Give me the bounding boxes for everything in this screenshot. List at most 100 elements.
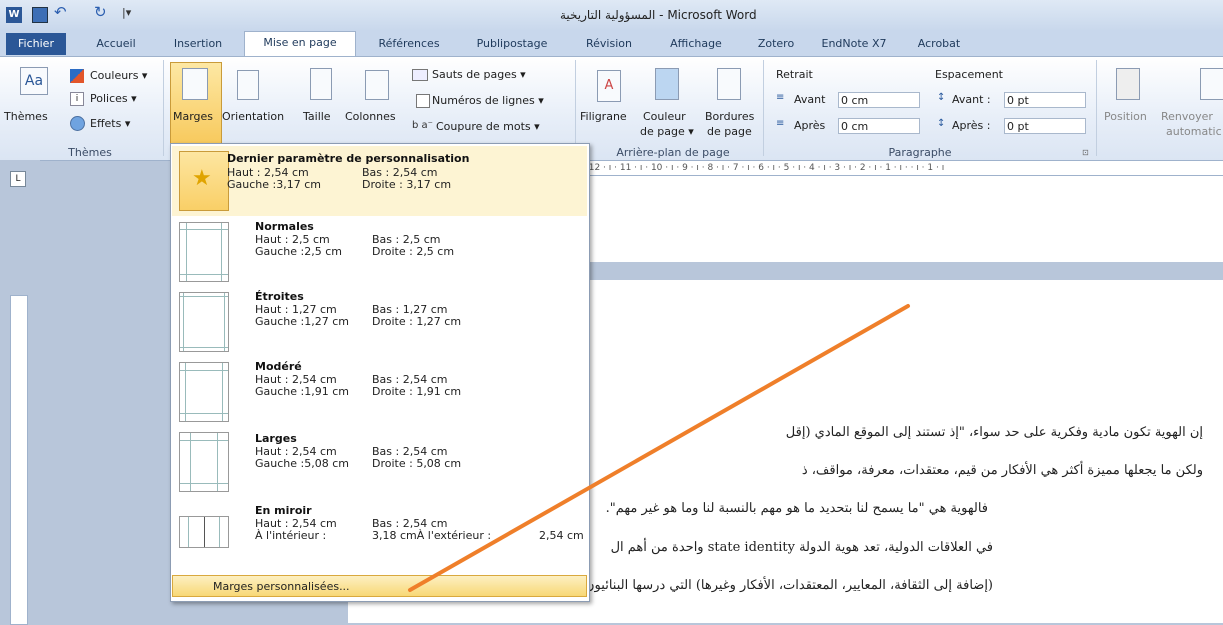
page-color-button[interactable]: Couleur (643, 110, 686, 123)
margin-preview-icon (179, 432, 229, 492)
group-label-themes: Thèmes (68, 146, 112, 159)
option-right: Droite : 1,91 cm (372, 385, 462, 398)
margins-icon (182, 68, 208, 100)
spacing-before-input[interactable]: 0 pt (1004, 92, 1086, 108)
margin-preview-icon (179, 362, 229, 422)
tab-affichage[interactable]: Affichage (656, 33, 736, 55)
position-icon (1116, 68, 1140, 100)
option-right: Droite : 5,08 cm (372, 457, 462, 470)
ribbon-separator (163, 60, 164, 156)
indent-after-input[interactable]: 0 cm (838, 118, 920, 134)
option-left: Gauche :2,5 cm (255, 245, 342, 258)
watermark-button[interactable]: Filigrane (580, 110, 627, 123)
group-label-paragraph: Paragraphe (888, 146, 952, 159)
effects-button[interactable]: Effets ▾ (90, 117, 130, 130)
custom-margins-button[interactable]: Marges personnalisées... (172, 575, 587, 597)
doc-line-4: في العلاقات الدولية، تعد هوية الدولة sta… (610, 540, 993, 555)
line-numbers-icon (416, 94, 430, 108)
tab-endnote[interactable]: EndNote X7 (814, 33, 894, 55)
ruler-toggle-icon[interactable]: L (10, 171, 26, 187)
hyphenation-button[interactable]: Coupure de mots ▾ (436, 120, 540, 133)
columns-button[interactable]: Colonnes (345, 110, 396, 123)
tab-fichier[interactable]: Fichier (6, 33, 66, 55)
indent-before-input[interactable]: 0 cm (838, 92, 920, 108)
fonts-icon: i (70, 92, 84, 106)
option-left: Gauche :5,08 cm (255, 457, 349, 470)
effects-icon (70, 116, 85, 131)
custom-margins-label: Marges personnalisées... (213, 580, 350, 593)
group-label-page-background: Arrière-plan de page (616, 146, 730, 159)
doc-line-5: (إضافة إلى الثقافة، المعايير، المعتقدات،… (548, 578, 993, 593)
margin-option-narrow[interactable]: Étroites Haut : 1,27 cm Bas : 1,27 cm Ga… (172, 286, 587, 356)
ribbon-separator (1096, 60, 1097, 156)
indent-before-icon: ≡ (776, 92, 785, 103)
horizontal-ruler[interactable]: · 12 · ı · 11 · ı · 10 · ı · 9 · ı · 8 ·… (583, 161, 1223, 176)
tab-revision[interactable]: Révision (574, 33, 644, 55)
page-borders-button[interactable]: Bordures (705, 110, 754, 123)
margin-option-moderate[interactable]: Modéré Haut : 2,54 cm Bas : 2,54 cm Gauc… (172, 356, 587, 426)
doc-line-2: ولكن ما يجعلها مميزة أكثر هي الأفكار من … (801, 463, 1203, 478)
orientation-button[interactable]: Orientation (222, 110, 284, 123)
tab-references[interactable]: Références (364, 33, 454, 55)
vertical-ruler[interactable] (10, 295, 28, 625)
margins-button-label[interactable]: Marges (173, 110, 213, 123)
quick-access-dropdown-icon[interactable]: |▾ (122, 6, 131, 19)
columns-icon (365, 70, 389, 100)
option-right: Droite : 1,27 cm (372, 315, 462, 328)
option-inside: À l'intérieur : (255, 529, 327, 542)
option-title: Modéré (255, 360, 302, 373)
wrap-text-button-line2[interactable]: automatic (1166, 125, 1222, 138)
tab-mise-en-page[interactable]: Mise en page (244, 31, 356, 58)
position-button[interactable]: Position (1104, 110, 1147, 123)
page-color-icon (655, 68, 679, 100)
themes-button[interactable]: Thèmes (4, 110, 48, 123)
themes-icon[interactable]: Aa (20, 67, 48, 95)
option-right: Droite : 3,17 cm (362, 178, 452, 191)
page-borders-icon (717, 68, 741, 100)
wrap-text-button[interactable]: Renvoyer (1161, 110, 1213, 123)
doc-line-3: فالهوية هي "ما يسمح لنا بتحديد ما هو مهم… (605, 501, 988, 516)
margin-option-wide[interactable]: Larges Haut : 2,54 cm Bas : 2,54 cm Gauc… (172, 426, 587, 496)
tab-insertion[interactable]: Insertion (160, 33, 236, 55)
option-right: Droite : 2,5 cm (372, 245, 455, 258)
page-borders-button-line2[interactable]: de page (707, 125, 752, 138)
spacing-after-input[interactable]: 0 pt (1004, 118, 1086, 134)
breaks-button[interactable]: Sauts de pages ▾ (432, 68, 526, 81)
redo-icon[interactable]: ↻ (94, 3, 107, 21)
size-button[interactable]: Taille (303, 110, 331, 123)
margin-option-normal[interactable]: Normales Haut : 2,5 cm Bas : 2,5 cm Gauc… (172, 216, 587, 286)
tab-zotero[interactable]: Zotero (746, 33, 806, 55)
option-left: Gauche :1,27 cm (255, 315, 349, 328)
margin-option-mirrored[interactable]: En miroir Haut : 2,54 cm Bas : 2,54 cm À… (172, 496, 587, 566)
option-title: Normales (255, 220, 314, 233)
spacing-before-label: Avant : (952, 93, 991, 106)
indent-after-icon: ≡ (776, 118, 785, 129)
option-outside: 3,18 cmÀ l'extérieur : (372, 529, 492, 542)
page-color-button-line2[interactable]: de page ▾ (640, 125, 694, 138)
ribbon-separator (575, 60, 576, 156)
indent-label: Retrait (776, 68, 813, 81)
save-icon[interactable] (32, 7, 48, 23)
fonts-button[interactable]: Polices ▾ (90, 92, 137, 105)
tab-publipostage[interactable]: Publipostage (462, 33, 562, 55)
undo-icon[interactable]: ↶ (54, 3, 67, 21)
line-numbers-button[interactable]: Numéros de lignes ▾ (432, 94, 544, 107)
colors-icon (70, 69, 84, 83)
word-icon[interactable]: W (6, 7, 22, 23)
indent-after-label: Après (794, 119, 826, 132)
title-bar: W ↶ ↻ |▾ المسؤولية التاريخية - Microsoft… (0, 0, 1223, 30)
tab-accueil[interactable]: Accueil (82, 33, 150, 55)
margin-preview-icon (179, 222, 229, 282)
option-title: Larges (255, 432, 297, 445)
breaks-icon (412, 69, 428, 81)
ribbon-separator (763, 60, 764, 156)
margin-option-last-custom[interactable]: ★ Dernier paramètre de personnalisation … (172, 146, 587, 216)
margin-preview-icon: ★ (179, 151, 229, 211)
spacing-before-icon: ↕ (937, 92, 946, 103)
spacing-after-label: Après : (952, 119, 991, 132)
star-icon: ★ (192, 166, 212, 191)
option-outside-value: 2,54 cm (539, 529, 584, 542)
tab-acrobat[interactable]: Acrobat (904, 33, 974, 55)
colors-button[interactable]: Couleurs ▾ (90, 69, 147, 82)
paragraph-launcher-icon[interactable]: ⊡ (1082, 148, 1089, 157)
